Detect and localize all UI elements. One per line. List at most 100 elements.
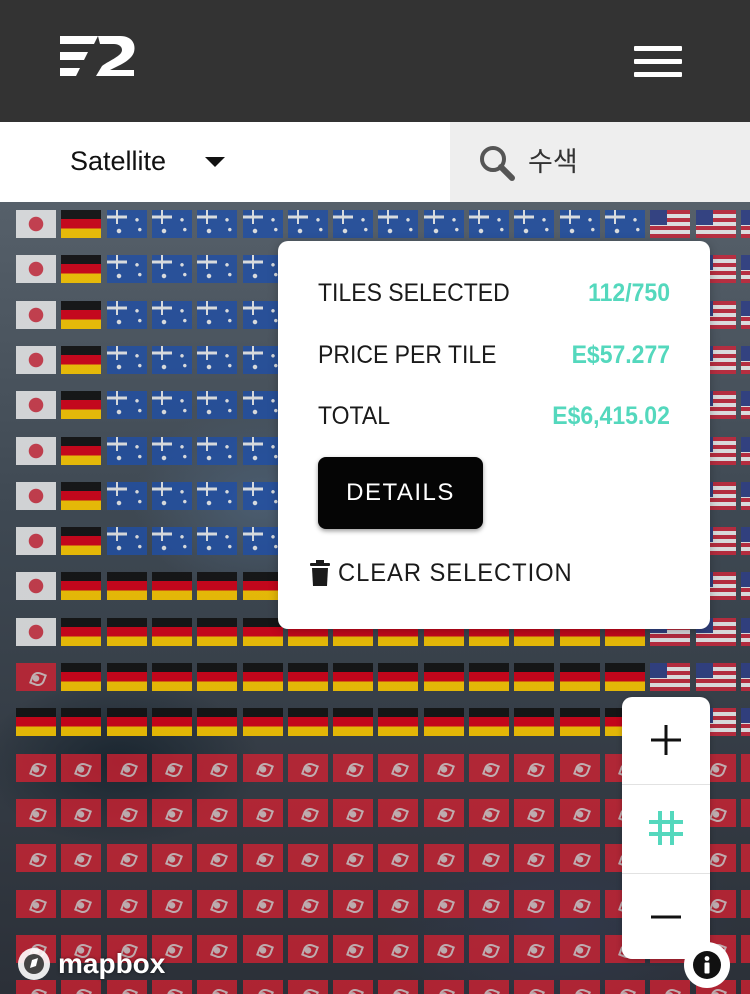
map-tile-united-states[interactable] [740, 572, 750, 601]
map-tile-germany[interactable] [514, 708, 555, 737]
map-tile-germany[interactable] [61, 481, 102, 510]
map-tile-isle-of-man[interactable] [151, 753, 192, 782]
map-tile-isle-of-man[interactable] [61, 844, 102, 873]
map-tile-germany[interactable] [61, 617, 102, 646]
map-tile-isle-of-man[interactable] [242, 934, 283, 963]
map-tile-isle-of-man[interactable] [242, 889, 283, 918]
map-tile-germany[interactable] [16, 708, 56, 737]
map-tile-germany[interactable] [242, 617, 283, 646]
map-tile-isle-of-man[interactable] [61, 980, 102, 994]
map-tile-germany[interactable] [106, 617, 147, 646]
map-tile-germany[interactable] [242, 663, 283, 691]
map-tile-isle-of-man[interactable] [514, 844, 555, 873]
map-tile-germany[interactable] [61, 708, 102, 737]
map-tile-japan[interactable] [16, 210, 56, 238]
map-tile-isle-of-man[interactable] [559, 889, 600, 918]
map-tile-japan[interactable] [16, 391, 56, 420]
map-tile-japan[interactable] [16, 436, 56, 465]
map-tile-australia[interactable] [287, 210, 328, 238]
map-tile-australia[interactable] [151, 345, 192, 374]
map-tile-isle-of-man[interactable] [378, 889, 419, 918]
map-tile-australia[interactable] [197, 300, 238, 329]
map-tile-isle-of-man[interactable] [650, 980, 691, 994]
map-tile-united-states[interactable] [650, 663, 691, 691]
map-tile-germany[interactable] [559, 663, 600, 691]
map-tile-germany[interactable] [378, 708, 419, 737]
map-tile-australia[interactable] [106, 391, 147, 420]
map-tile-japan[interactable] [16, 481, 56, 510]
map-tile-isle-of-man[interactable] [242, 798, 283, 827]
map-tile-isle-of-man[interactable] [559, 798, 600, 827]
map-tile-australia[interactable] [151, 436, 192, 465]
map-tile-germany[interactable] [61, 210, 102, 238]
map-tile-isle-of-man[interactable] [287, 934, 328, 963]
map-tile-isle-of-man[interactable] [423, 980, 464, 994]
map-tile-isle-of-man[interactable] [514, 889, 555, 918]
map-tile-australia[interactable] [151, 210, 192, 238]
map-tile-australia[interactable] [242, 481, 283, 510]
map-tile-germany[interactable] [287, 708, 328, 737]
map-tile-united-states[interactable] [650, 210, 691, 238]
map-tile-isle-of-man[interactable] [16, 663, 56, 691]
map-tile-australia[interactable] [106, 527, 147, 556]
map-tile-australia[interactable] [242, 255, 283, 284]
map-tile-australia[interactable] [106, 300, 147, 329]
map-tile-united-states[interactable] [740, 210, 750, 238]
map-tile-isle-of-man[interactable] [242, 844, 283, 873]
map-tile-japan[interactable] [16, 572, 56, 601]
map-tile-germany[interactable] [197, 617, 238, 646]
map-tile-germany[interactable] [197, 572, 238, 601]
map-tile-australia[interactable] [151, 391, 192, 420]
map-tile-isle-of-man[interactable] [740, 798, 750, 827]
map-tile-isle-of-man[interactable] [16, 798, 56, 827]
map-tile-united-states[interactable] [740, 345, 750, 374]
map-tile-australia[interactable] [514, 210, 555, 238]
map-tile-japan[interactable] [16, 300, 56, 329]
map-tile-isle-of-man[interactable] [559, 753, 600, 782]
map-tile-germany[interactable] [151, 572, 192, 601]
map-tile-isle-of-man[interactable] [469, 889, 509, 918]
map-tile-japan[interactable] [16, 617, 56, 646]
map-tile-germany[interactable] [61, 255, 102, 284]
map-tile-isle-of-man[interactable] [106, 980, 147, 994]
map-tile-united-states[interactable] [740, 617, 750, 646]
map-tile-australia[interactable] [242, 300, 283, 329]
map-tile-australia[interactable] [106, 481, 147, 510]
map-tile-germany[interactable] [151, 617, 192, 646]
map-tile-united-states[interactable] [740, 255, 750, 284]
map-tile-australia[interactable] [106, 345, 147, 374]
map-tile-australia[interactable] [197, 391, 238, 420]
map-tile-australia[interactable] [106, 210, 147, 238]
map-tile-isle-of-man[interactable] [197, 753, 238, 782]
map-tile-australia[interactable] [242, 436, 283, 465]
map-tile-australia[interactable] [333, 210, 374, 238]
map-tile-australia[interactable] [604, 210, 645, 238]
map-tile-germany[interactable] [61, 436, 102, 465]
details-button[interactable]: DETAILS [318, 457, 483, 529]
map-tile-germany[interactable] [242, 572, 283, 601]
map-tile-australia[interactable] [151, 527, 192, 556]
mapbox-logo[interactable]: mapbox [16, 946, 165, 982]
map-tile-isle-of-man[interactable] [559, 980, 600, 994]
map-tile-isle-of-man[interactable] [423, 934, 464, 963]
map-tile-australia[interactable] [242, 527, 283, 556]
map-tile-isle-of-man[interactable] [106, 753, 147, 782]
map-tile-united-states[interactable] [740, 391, 750, 420]
map-tile-australia[interactable] [197, 436, 238, 465]
map-tile-isle-of-man[interactable] [604, 980, 645, 994]
map-tile-isle-of-man[interactable] [16, 980, 56, 994]
map-tile-isle-of-man[interactable] [197, 934, 238, 963]
map-tile-isle-of-man[interactable] [16, 753, 56, 782]
map-tile-isle-of-man[interactable] [423, 844, 464, 873]
map-tile-isle-of-man[interactable] [106, 844, 147, 873]
map-tile-isle-of-man[interactable] [242, 980, 283, 994]
map-tile-germany[interactable] [61, 300, 102, 329]
map-tile-australia[interactable] [197, 255, 238, 284]
map-tile-isle-of-man[interactable] [469, 844, 509, 873]
map-tile-germany[interactable] [423, 663, 464, 691]
map-tile-isle-of-man[interactable] [423, 889, 464, 918]
map-tile-australia[interactable] [378, 210, 419, 238]
map-tile-isle-of-man[interactable] [469, 934, 509, 963]
map-tile-isle-of-man[interactable] [423, 798, 464, 827]
map-tile-isle-of-man[interactable] [514, 934, 555, 963]
